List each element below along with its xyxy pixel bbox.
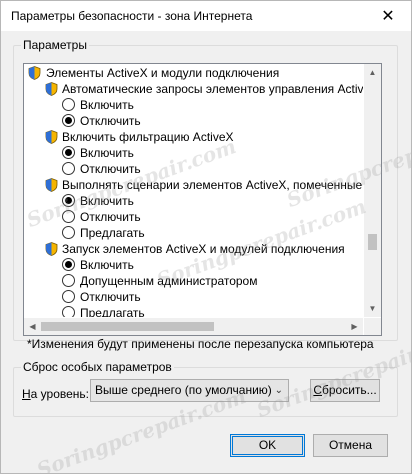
security-settings-dialog: Параметры безопасности - зона Интернета … — [0, 0, 412, 474]
scroll-down-arrow-icon[interactable]: ▼ — [364, 300, 381, 317]
radio-option[interactable]: Отключить — [24, 289, 363, 305]
radio-option[interactable]: Предлагать — [24, 225, 363, 241]
radio-button[interactable] — [62, 210, 75, 223]
tree-item-label: Отключить — [80, 162, 141, 176]
reset-group: Сброс особых параметров На уровень: Выше… — [13, 360, 398, 417]
vertical-scroll-thumb[interactable] — [368, 234, 377, 250]
radio-option[interactable]: Включить — [24, 257, 363, 273]
reset-button-label: Сбросить... — [313, 383, 377, 397]
tree-category: Элементы ActiveX и модули подключения — [24, 65, 363, 81]
horizontal-scroll-thumb[interactable] — [41, 322, 214, 331]
tree-item-label: Отключить — [80, 290, 141, 304]
tree-item-label: Включить — [80, 146, 134, 160]
tree-setting: Включить фильтрацию ActiveX — [24, 129, 363, 145]
vertical-scrollbar[interactable]: ▲ ▼ — [364, 64, 381, 317]
radio-button[interactable] — [62, 290, 75, 303]
radio-button[interactable] — [62, 226, 75, 239]
radio-button[interactable] — [62, 146, 75, 159]
tree-item-label: Предлагать — [80, 226, 145, 240]
window-title: Параметры безопасности - зона Интернета — [11, 9, 253, 23]
tree-item-label: Элементы ActiveX и модули подключения — [46, 66, 280, 80]
radio-button[interactable] — [62, 258, 75, 271]
reset-button[interactable]: Сбросить... — [310, 379, 380, 402]
level-label: На уровень: — [22, 387, 90, 401]
ok-button[interactable]: OK — [230, 434, 305, 457]
tree-item-label: Отключить — [80, 210, 141, 224]
radio-option[interactable]: Включить — [24, 145, 363, 161]
shield-icon — [45, 242, 58, 256]
radio-option[interactable]: Включить — [24, 193, 363, 209]
level-select-value: Выше среднего (по умолчанию) — [95, 383, 272, 397]
radio-option[interactable]: Включить — [24, 97, 363, 113]
shield-icon — [45, 82, 58, 96]
level-select[interactable]: Выше среднего (по умолчанию) ⌄ — [90, 379, 289, 402]
tree-setting: Запуск элементов ActiveX и модулей подкл… — [24, 241, 363, 257]
scroll-up-arrow-icon[interactable]: ▲ — [364, 64, 381, 81]
radio-option[interactable]: Предлагать — [24, 305, 363, 317]
restart-note: *Изменения будут применены после перезап… — [27, 337, 374, 351]
reset-group-label: Сброс особых параметров — [21, 360, 174, 374]
tree-item-label: Включить — [80, 98, 134, 112]
tree-item-label: Запуск элементов ActiveX и модулей подкл… — [62, 242, 345, 256]
radio-button[interactable] — [62, 306, 75, 317]
radio-button[interactable] — [62, 98, 75, 111]
close-icon: ✕ — [381, 8, 395, 25]
cancel-button-label: Отмена — [328, 438, 373, 452]
shield-icon — [45, 178, 58, 192]
scroll-left-arrow-icon[interactable]: ◀ — [24, 318, 41, 335]
horizontal-scrollbar[interactable]: ◀ ▶ — [24, 318, 363, 335]
close-button[interactable]: ✕ — [365, 1, 411, 31]
shield-icon — [28, 66, 41, 80]
radio-option[interactable]: Допущенным администратором — [24, 273, 363, 289]
shield-icon — [45, 130, 58, 144]
scroll-right-arrow-icon[interactable]: ▶ — [346, 318, 363, 335]
radio-button[interactable] — [62, 194, 75, 207]
settings-group-label: Параметры — [21, 38, 89, 52]
radio-option[interactable]: Отключить — [24, 209, 363, 225]
tree-item-label: Включить — [80, 258, 134, 272]
dialog-client: Параметры Элементы ActiveX и модули подк… — [1, 31, 411, 473]
radio-option[interactable]: Отключить — [24, 113, 363, 129]
settings-tree-content: Элементы ActiveX и модули подключения Авт… — [24, 64, 363, 317]
tree-item-label: Выполнять сценарии элементов ActiveX, по… — [62, 178, 363, 192]
radio-button[interactable] — [62, 162, 75, 175]
radio-option[interactable]: Отключить — [24, 161, 363, 177]
tree-item-label: Автоматические запросы элементов управле… — [62, 82, 363, 96]
tree-item-label: Отключить — [80, 114, 141, 128]
radio-button[interactable] — [62, 274, 75, 287]
tree-item-label: Включить фильтрацию ActiveX — [62, 130, 234, 144]
tree-setting: Автоматические запросы элементов управле… — [24, 81, 363, 97]
tree-item-label: Включить — [80, 194, 134, 208]
cancel-button[interactable]: Отмена — [313, 434, 388, 457]
ok-button-label: OK — [258, 438, 277, 452]
radio-button[interactable] — [62, 114, 75, 127]
settings-group: Параметры Элементы ActiveX и модули подк… — [13, 38, 398, 341]
title-bar: Параметры безопасности - зона Интернета … — [1, 1, 411, 31]
tree-item-label: Допущенным администратором — [80, 274, 258, 288]
settings-tree[interactable]: Элементы ActiveX и модули подключения Авт… — [23, 63, 382, 336]
chevron-down-icon: ⌄ — [274, 385, 283, 396]
tree-item-label: Предлагать — [80, 306, 145, 317]
scrollbar-corner — [364, 318, 381, 335]
tree-setting: Выполнять сценарии элементов ActiveX, по… — [24, 177, 363, 193]
